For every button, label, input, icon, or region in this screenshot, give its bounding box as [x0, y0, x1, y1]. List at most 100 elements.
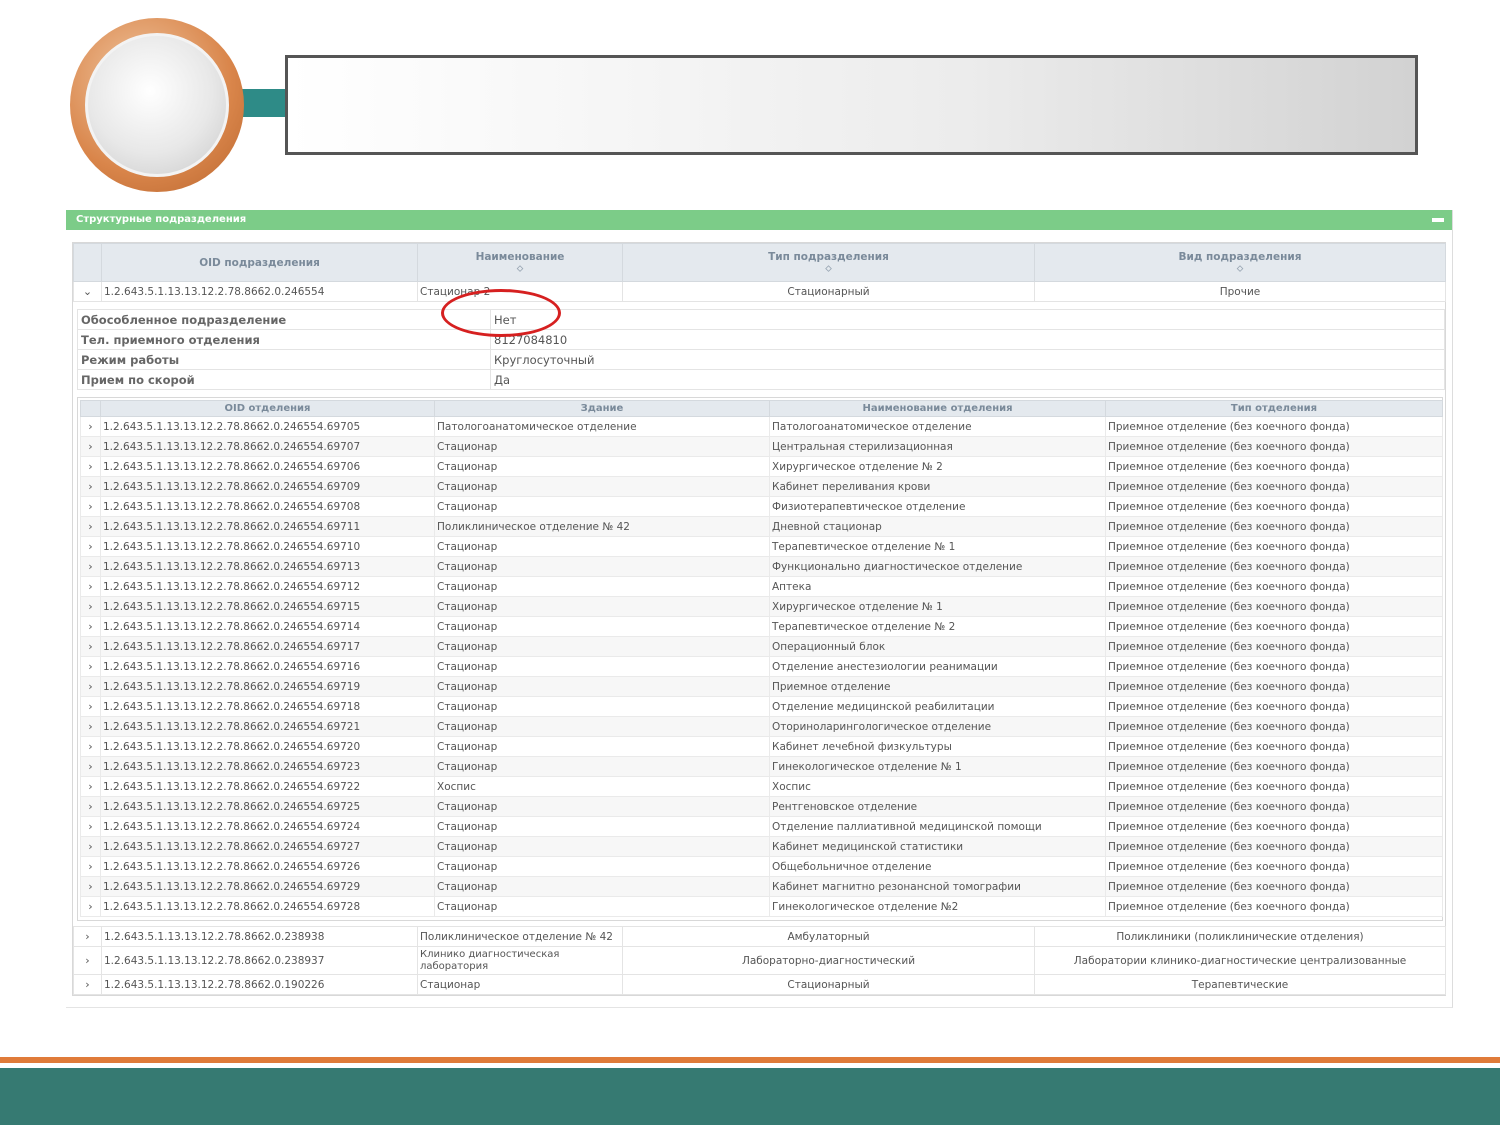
department-row[interactable]: › 1.2.643.5.1.13.13.12.2.78.8662.0.246554… — [80, 676, 1443, 697]
chevron-right-icon[interactable]: › — [80, 896, 101, 917]
department-row[interactable]: › 1.2.643.5.1.13.13.12.2.78.8662.0.246554… — [80, 876, 1443, 897]
department-building: Стационар — [434, 636, 770, 657]
chevron-right-icon[interactable]: › — [80, 436, 101, 457]
department-building: Стационар — [434, 656, 770, 677]
chevron-right-icon[interactable]: › — [80, 836, 101, 857]
department-row[interactable]: › 1.2.643.5.1.13.13.12.2.78.8662.0.246554… — [80, 736, 1443, 757]
department-oid: 1.2.643.5.1.13.13.12.2.78.8662.0.246554.… — [100, 636, 435, 657]
col-header-oid[interactable]: OID подразделения — [101, 243, 418, 282]
department-type: Приемное отделение (без коечного фонда) — [1105, 776, 1443, 797]
department-oid: 1.2.643.5.1.13.13.12.2.78.8662.0.246554.… — [100, 816, 435, 837]
chevron-right-icon[interactable]: › — [73, 926, 102, 947]
department-type: Приемное отделение (без коечного фонда) — [1105, 756, 1443, 777]
department-type: Приемное отделение (без коечного фонда) — [1105, 476, 1443, 497]
department-type: Приемное отделение (без коечного фонда) — [1105, 496, 1443, 517]
units-row[interactable]: › 1.2.643.5.1.13.13.12.2.78.8662.0.190226… — [73, 974, 1446, 995]
department-name: Кабинет магнитно резонансной томографии — [769, 876, 1106, 897]
chevron-right-icon[interactable]: › — [80, 856, 101, 877]
col-header-name[interactable]: Наименование ⬦ — [417, 243, 623, 282]
department-row[interactable]: › 1.2.643.5.1.13.13.12.2.78.8662.0.246554… — [80, 616, 1443, 637]
panel-header: Структурные подразделения — [66, 210, 1452, 230]
department-row[interactable]: › 1.2.643.5.1.13.13.12.2.78.8662.0.246554… — [80, 716, 1443, 737]
department-row[interactable]: › 1.2.643.5.1.13.13.12.2.78.8662.0.246554… — [80, 576, 1443, 597]
department-row[interactable]: › 1.2.643.5.1.13.13.12.2.78.8662.0.246554… — [80, 816, 1443, 837]
structural-units-panel: Структурные подразделения OID подразделе… — [66, 210, 1453, 1008]
department-type: Приемное отделение (без коечного фонда) — [1105, 576, 1443, 597]
department-row[interactable]: › 1.2.643.5.1.13.13.12.2.78.8662.0.246554… — [80, 596, 1443, 617]
department-row[interactable]: › 1.2.643.5.1.13.13.12.2.78.8662.0.246554… — [80, 496, 1443, 517]
department-row[interactable]: › 1.2.643.5.1.13.13.12.2.78.8662.0.246554… — [80, 436, 1443, 457]
chevron-right-icon[interactable]: › — [80, 776, 101, 797]
department-row[interactable]: › 1.2.643.5.1.13.13.12.2.78.8662.0.246554… — [80, 836, 1443, 857]
department-row[interactable]: › 1.2.643.5.1.13.13.12.2.78.8662.0.246554… — [80, 636, 1443, 657]
department-row[interactable]: › 1.2.643.5.1.13.13.12.2.78.8662.0.246554… — [80, 556, 1443, 577]
col-header-kind[interactable]: Вид подразделения ⬦ — [1034, 243, 1446, 282]
chevron-right-icon[interactable]: › — [80, 496, 101, 517]
sort-icon[interactable]: ⬦ — [418, 265, 622, 274]
chevron-down-icon[interactable]: ⌄ — [73, 281, 102, 302]
chevron-right-icon[interactable]: › — [80, 796, 101, 817]
department-row[interactable]: › 1.2.643.5.1.13.13.12.2.78.8662.0.246554… — [80, 536, 1443, 557]
chevron-right-icon[interactable]: › — [73, 974, 102, 995]
chevron-right-icon[interactable]: › — [80, 736, 101, 757]
department-oid: 1.2.643.5.1.13.13.12.2.78.8662.0.246554.… — [100, 896, 435, 917]
department-building: Стационар — [434, 836, 770, 857]
unit-oid: 1.2.643.5.1.13.13.12.2.78.8662.0.238938 — [101, 926, 418, 947]
chevron-right-icon[interactable]: › — [80, 536, 101, 557]
panel-title: Структурные подразделения — [76, 214, 247, 225]
department-row[interactable]: › 1.2.643.5.1.13.13.12.2.78.8662.0.246554… — [80, 476, 1443, 497]
department-row[interactable]: › 1.2.643.5.1.13.13.12.2.78.8662.0.246554… — [80, 796, 1443, 817]
unit-oid: 1.2.643.5.1.13.13.12.2.78.8662.0.238937 — [101, 946, 418, 975]
chevron-right-icon[interactable]: › — [80, 636, 101, 657]
department-row[interactable]: › 1.2.643.5.1.13.13.12.2.78.8662.0.246554… — [80, 456, 1443, 477]
chevron-right-icon[interactable]: › — [73, 946, 102, 975]
chevron-right-icon[interactable]: › — [80, 516, 101, 537]
highlight-ellipse — [441, 289, 561, 337]
chevron-right-icon[interactable]: › — [80, 616, 101, 637]
detail-row: Тел. приемного отделения 8127084810 — [77, 329, 1445, 350]
detail-value: Нет — [490, 309, 1445, 330]
department-type: Приемное отделение (без коечного фонда) — [1105, 696, 1443, 717]
units-row[interactable]: › 1.2.643.5.1.13.13.12.2.78.8662.0.238937… — [73, 946, 1446, 975]
departments-header-row: OID отделения Здание Наименование отделе… — [80, 400, 1443, 417]
department-row[interactable]: › 1.2.643.5.1.13.13.12.2.78.8662.0.246554… — [80, 896, 1443, 917]
department-row[interactable]: › 1.2.643.5.1.13.13.12.2.78.8662.0.246554… — [80, 756, 1443, 777]
chevron-right-icon[interactable]: › — [80, 596, 101, 617]
department-name: Терапевтическое отделение № 1 — [769, 536, 1106, 557]
department-name: Физиотерапевтическое отделение — [769, 496, 1106, 517]
department-name: Центральная стерилизационная — [769, 436, 1106, 457]
col-header-dept-oid[interactable]: OID отделения — [100, 400, 435, 417]
department-row[interactable]: › 1.2.643.5.1.13.13.12.2.78.8662.0.246554… — [80, 656, 1443, 677]
chevron-right-icon[interactable]: › — [80, 416, 101, 437]
department-oid: 1.2.643.5.1.13.13.12.2.78.8662.0.246554.… — [100, 536, 435, 557]
chevron-right-icon[interactable]: › — [80, 456, 101, 477]
department-row[interactable]: › 1.2.643.5.1.13.13.12.2.78.8662.0.246554… — [80, 516, 1443, 537]
col-header-dept-type[interactable]: Тип отделения — [1105, 400, 1443, 417]
chevron-right-icon[interactable]: › — [80, 556, 101, 577]
department-name: Общебольничное отделение — [769, 856, 1106, 877]
units-row[interactable]: › 1.2.643.5.1.13.13.12.2.78.8662.0.238938… — [73, 926, 1446, 947]
chevron-right-icon[interactable]: › — [80, 816, 101, 837]
chevron-right-icon[interactable]: › — [80, 696, 101, 717]
units-row-expanded[interactable]: ⌄ 1.2.643.5.1.13.13.12.2.78.8662.0.24655… — [73, 281, 1446, 302]
chevron-right-icon[interactable]: › — [80, 476, 101, 497]
department-type: Приемное отделение (без коечного фонда) — [1105, 876, 1443, 897]
department-row[interactable]: › 1.2.643.5.1.13.13.12.2.78.8662.0.246554… — [80, 696, 1443, 717]
department-row[interactable]: › 1.2.643.5.1.13.13.12.2.78.8662.0.246554… — [80, 856, 1443, 877]
chevron-right-icon[interactable]: › — [80, 716, 101, 737]
department-row[interactable]: › 1.2.643.5.1.13.13.12.2.78.8662.0.246554… — [80, 416, 1443, 437]
chevron-right-icon[interactable]: › — [80, 656, 101, 677]
department-row[interactable]: › 1.2.643.5.1.13.13.12.2.78.8662.0.246554… — [80, 776, 1443, 797]
sort-icon[interactable]: ⬦ — [623, 265, 1034, 274]
col-header-building[interactable]: Здание — [434, 400, 770, 417]
department-building: Стационар — [434, 696, 770, 717]
chevron-right-icon[interactable]: › — [80, 576, 101, 597]
col-header-type[interactable]: Тип подразделения ⬦ — [622, 243, 1035, 282]
department-name: Рентгеновское отделение — [769, 796, 1106, 817]
chevron-right-icon[interactable]: › — [80, 756, 101, 777]
sort-icon[interactable]: ⬦ — [1035, 265, 1445, 274]
chevron-right-icon[interactable]: › — [80, 876, 101, 897]
col-header-dept-name[interactable]: Наименование отделения — [769, 400, 1106, 417]
chevron-right-icon[interactable]: › — [80, 676, 101, 697]
minus-icon[interactable] — [1432, 218, 1444, 222]
